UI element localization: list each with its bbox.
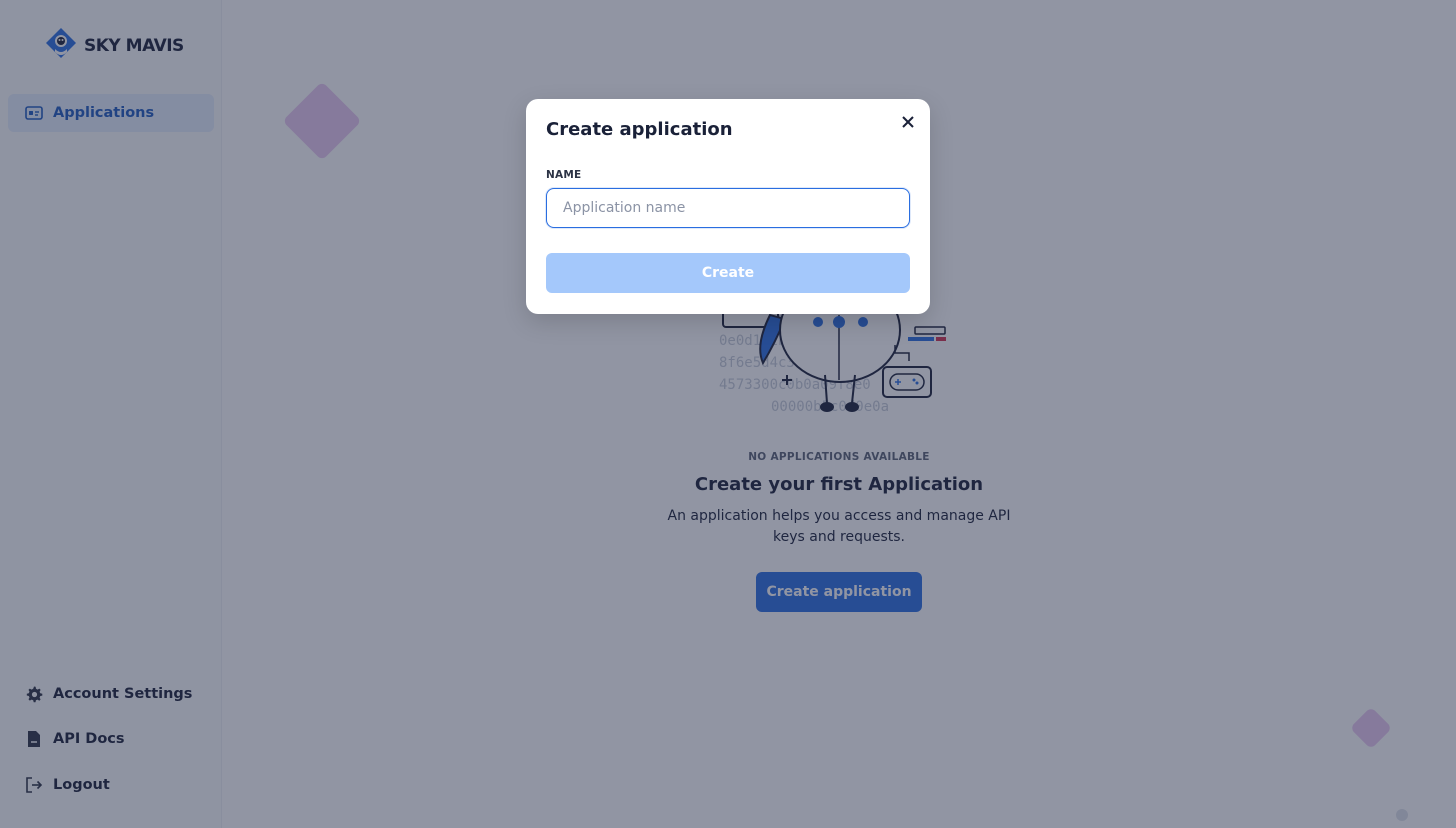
modal-title: Create application: [546, 119, 733, 140]
create-button[interactable]: Create: [546, 253, 910, 293]
create-application-modal: Create application NAME Create: [526, 99, 930, 314]
close-button[interactable]: [898, 113, 918, 133]
application-name-input[interactable]: [546, 188, 910, 228]
name-field-label: NAME: [546, 169, 582, 181]
close-icon: [902, 115, 914, 131]
